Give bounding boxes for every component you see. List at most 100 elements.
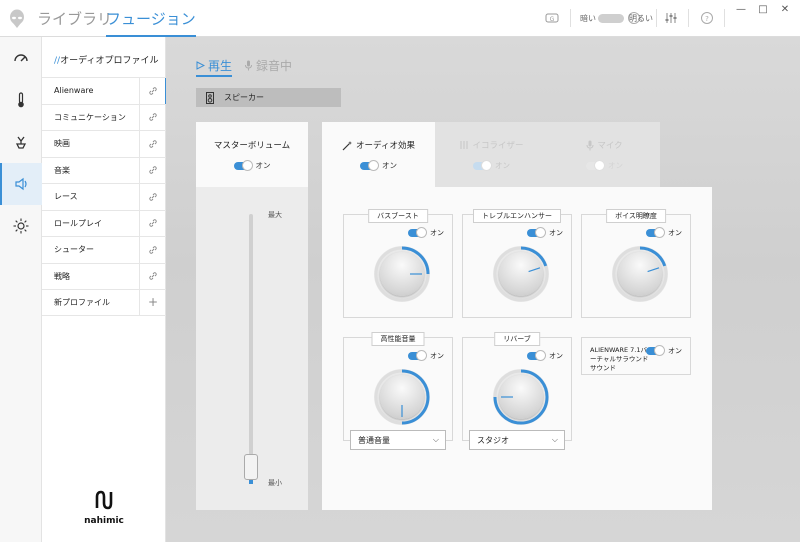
divider — [688, 9, 689, 27]
new-profile-button[interactable]: 新プロファイル + — [42, 289, 166, 316]
theme-toggle[interactable] — [598, 12, 640, 24]
profile-item-racing[interactable]: レース — [42, 183, 166, 210]
rail-item-lighting[interactable] — [0, 205, 42, 247]
master-volume-toggle[interactable] — [233, 159, 253, 171]
profile-label: コミュニケーション — [54, 112, 126, 122]
high-performance-volume-toggle[interactable] — [408, 350, 427, 361]
profile-item-shooter[interactable]: シューター — [42, 236, 166, 263]
bass-boost-card: バスブースト オン — [343, 209, 453, 318]
knob-indicator-layer — [410, 273, 422, 275]
close-button[interactable]: ✕ — [778, 4, 792, 16]
link-icon[interactable] — [139, 184, 166, 210]
rail-item-performance[interactable] — [0, 37, 42, 79]
audio-effects-toggle[interactable] — [360, 159, 379, 171]
chevron-down-icon: ⌵ — [551, 435, 558, 444]
profile-item-communication[interactable]: コミュニケーション — [42, 103, 166, 130]
card-title: バスブースト — [368, 209, 428, 223]
rail-item-power[interactable] — [0, 121, 42, 163]
card-toggle-row: オン — [408, 227, 444, 238]
tab-label: イコライザー — [472, 141, 524, 151]
toggle-knob — [535, 227, 546, 238]
profile-label: 戦略 — [54, 271, 70, 281]
toggle-knob — [368, 159, 379, 171]
g-key-icon[interactable]: G — [545, 11, 559, 25]
maximize-button[interactable]: □ — [756, 4, 770, 16]
voice-clarity-card: ボイス明瞭度 オン — [581, 209, 691, 318]
tab-playback[interactable]: 再生 — [196, 57, 233, 77]
knob-indicator — [647, 267, 660, 273]
profile-item-alienware[interactable]: Alienware — [42, 77, 168, 104]
minimize-button[interactable]: — — [734, 4, 748, 16]
toggle-label: オン — [668, 347, 682, 355]
output-device-selector[interactable]: スピーカー — [196, 88, 341, 107]
bass-boost-toggle[interactable] — [408, 227, 427, 238]
link-icon[interactable] — [139, 78, 166, 104]
link-icon[interactable] — [139, 131, 166, 157]
brand-name: nahimic — [84, 516, 124, 526]
equalizer-settings-icon[interactable] — [664, 11, 678, 25]
virtual-surround-toggle[interactable] — [646, 345, 665, 356]
card-title: トレブルエンハンサー — [473, 209, 561, 223]
treble-enhancer-toggle[interactable] — [527, 227, 546, 238]
tab-label: マイク — [597, 141, 623, 151]
reverb-preset-select[interactable]: スタジオ ⌵ — [469, 430, 565, 450]
audio-effects-toggle-row: オン — [322, 159, 435, 171]
volume-mode-select[interactable]: 普通音量 ⌵ — [350, 430, 446, 450]
chevron-down-icon: ⌵ — [432, 435, 439, 444]
select-value: 普通音量 — [358, 435, 390, 445]
link-icon[interactable] — [139, 157, 166, 183]
link-icon[interactable] — [139, 210, 166, 236]
tab-fusion[interactable]: フュージョン — [106, 8, 196, 37]
profile-item-music[interactable]: 音楽 — [42, 156, 166, 183]
slider-min-label: 最小 — [268, 479, 282, 487]
link-icon[interactable] — [139, 263, 166, 289]
tab-library[interactable]: ライブラリ — [37, 8, 112, 37]
toggle-label: オン — [549, 229, 563, 237]
link-icon[interactable] — [139, 237, 166, 263]
reverb-knob[interactable] — [493, 369, 549, 425]
theme-dark-label: 暗い — [580, 14, 596, 23]
toggle-label: オン — [495, 161, 510, 170]
tab-recording[interactable]: 録音中 — [244, 57, 292, 74]
divider — [570, 9, 571, 27]
link-icon[interactable] — [139, 104, 166, 130]
play-icon — [196, 61, 205, 70]
master-volume-header: マスターボリューム オン — [196, 122, 308, 187]
equalizer-toggle-row: オン — [435, 159, 548, 171]
treble-enhancer-knob[interactable] — [493, 246, 549, 302]
microphone-icon — [586, 140, 594, 150]
speaker-device-icon — [196, 91, 224, 104]
add-icon[interactable]: + — [139, 290, 166, 315]
tab-playback-label: 再生 — [208, 59, 233, 73]
surround-label: ALIENWARE 7.1バーチャルサラウンドサウンド — [590, 346, 649, 372]
reverb-toggle[interactable] — [527, 350, 546, 361]
voice-clarity-knob[interactable] — [612, 246, 668, 302]
tab-equalizer[interactable]: イコライザー オン — [435, 122, 548, 187]
profile-label: 映画 — [54, 139, 70, 149]
profile-item-strategy[interactable]: 戦略 — [42, 262, 166, 289]
master-volume-title: マスターボリューム — [213, 141, 291, 151]
master-volume-slider-track[interactable] — [249, 214, 253, 484]
profile-item-movie[interactable]: 映画 — [42, 130, 166, 157]
profile-item-roleplay[interactable]: ロールプレイ — [42, 209, 166, 236]
reverb-card: リバーブ オン — [462, 332, 572, 441]
microphone-toggle[interactable] — [586, 159, 605, 171]
tab-audio-effects[interactable]: オーディオ効果 オン — [322, 122, 435, 187]
toggle-knob — [594, 159, 605, 171]
toggle-label: オン — [430, 229, 444, 237]
bass-boost-knob[interactable] — [374, 246, 430, 302]
rail-item-thermal[interactable] — [0, 79, 42, 121]
device-label: スピーカー — [224, 93, 264, 102]
tab-microphone[interactable]: マイク オン — [548, 122, 661, 187]
high-performance-volume-knob[interactable] — [374, 369, 430, 425]
voice-clarity-toggle[interactable] — [646, 227, 665, 238]
tab-label: オーディオ効果 — [356, 141, 415, 151]
high-performance-volume-card: 高性能音量 オン — [343, 332, 453, 441]
master-volume-slider-thumb[interactable] — [244, 454, 258, 480]
nahimic-logo-icon — [95, 490, 113, 510]
help-icon[interactable]: ? — [700, 11, 714, 25]
equalizer-toggle[interactable] — [473, 159, 492, 171]
rail-item-audio[interactable] — [0, 163, 42, 205]
alien-logo-icon — [10, 9, 24, 28]
toggle-label: オン — [430, 352, 444, 360]
